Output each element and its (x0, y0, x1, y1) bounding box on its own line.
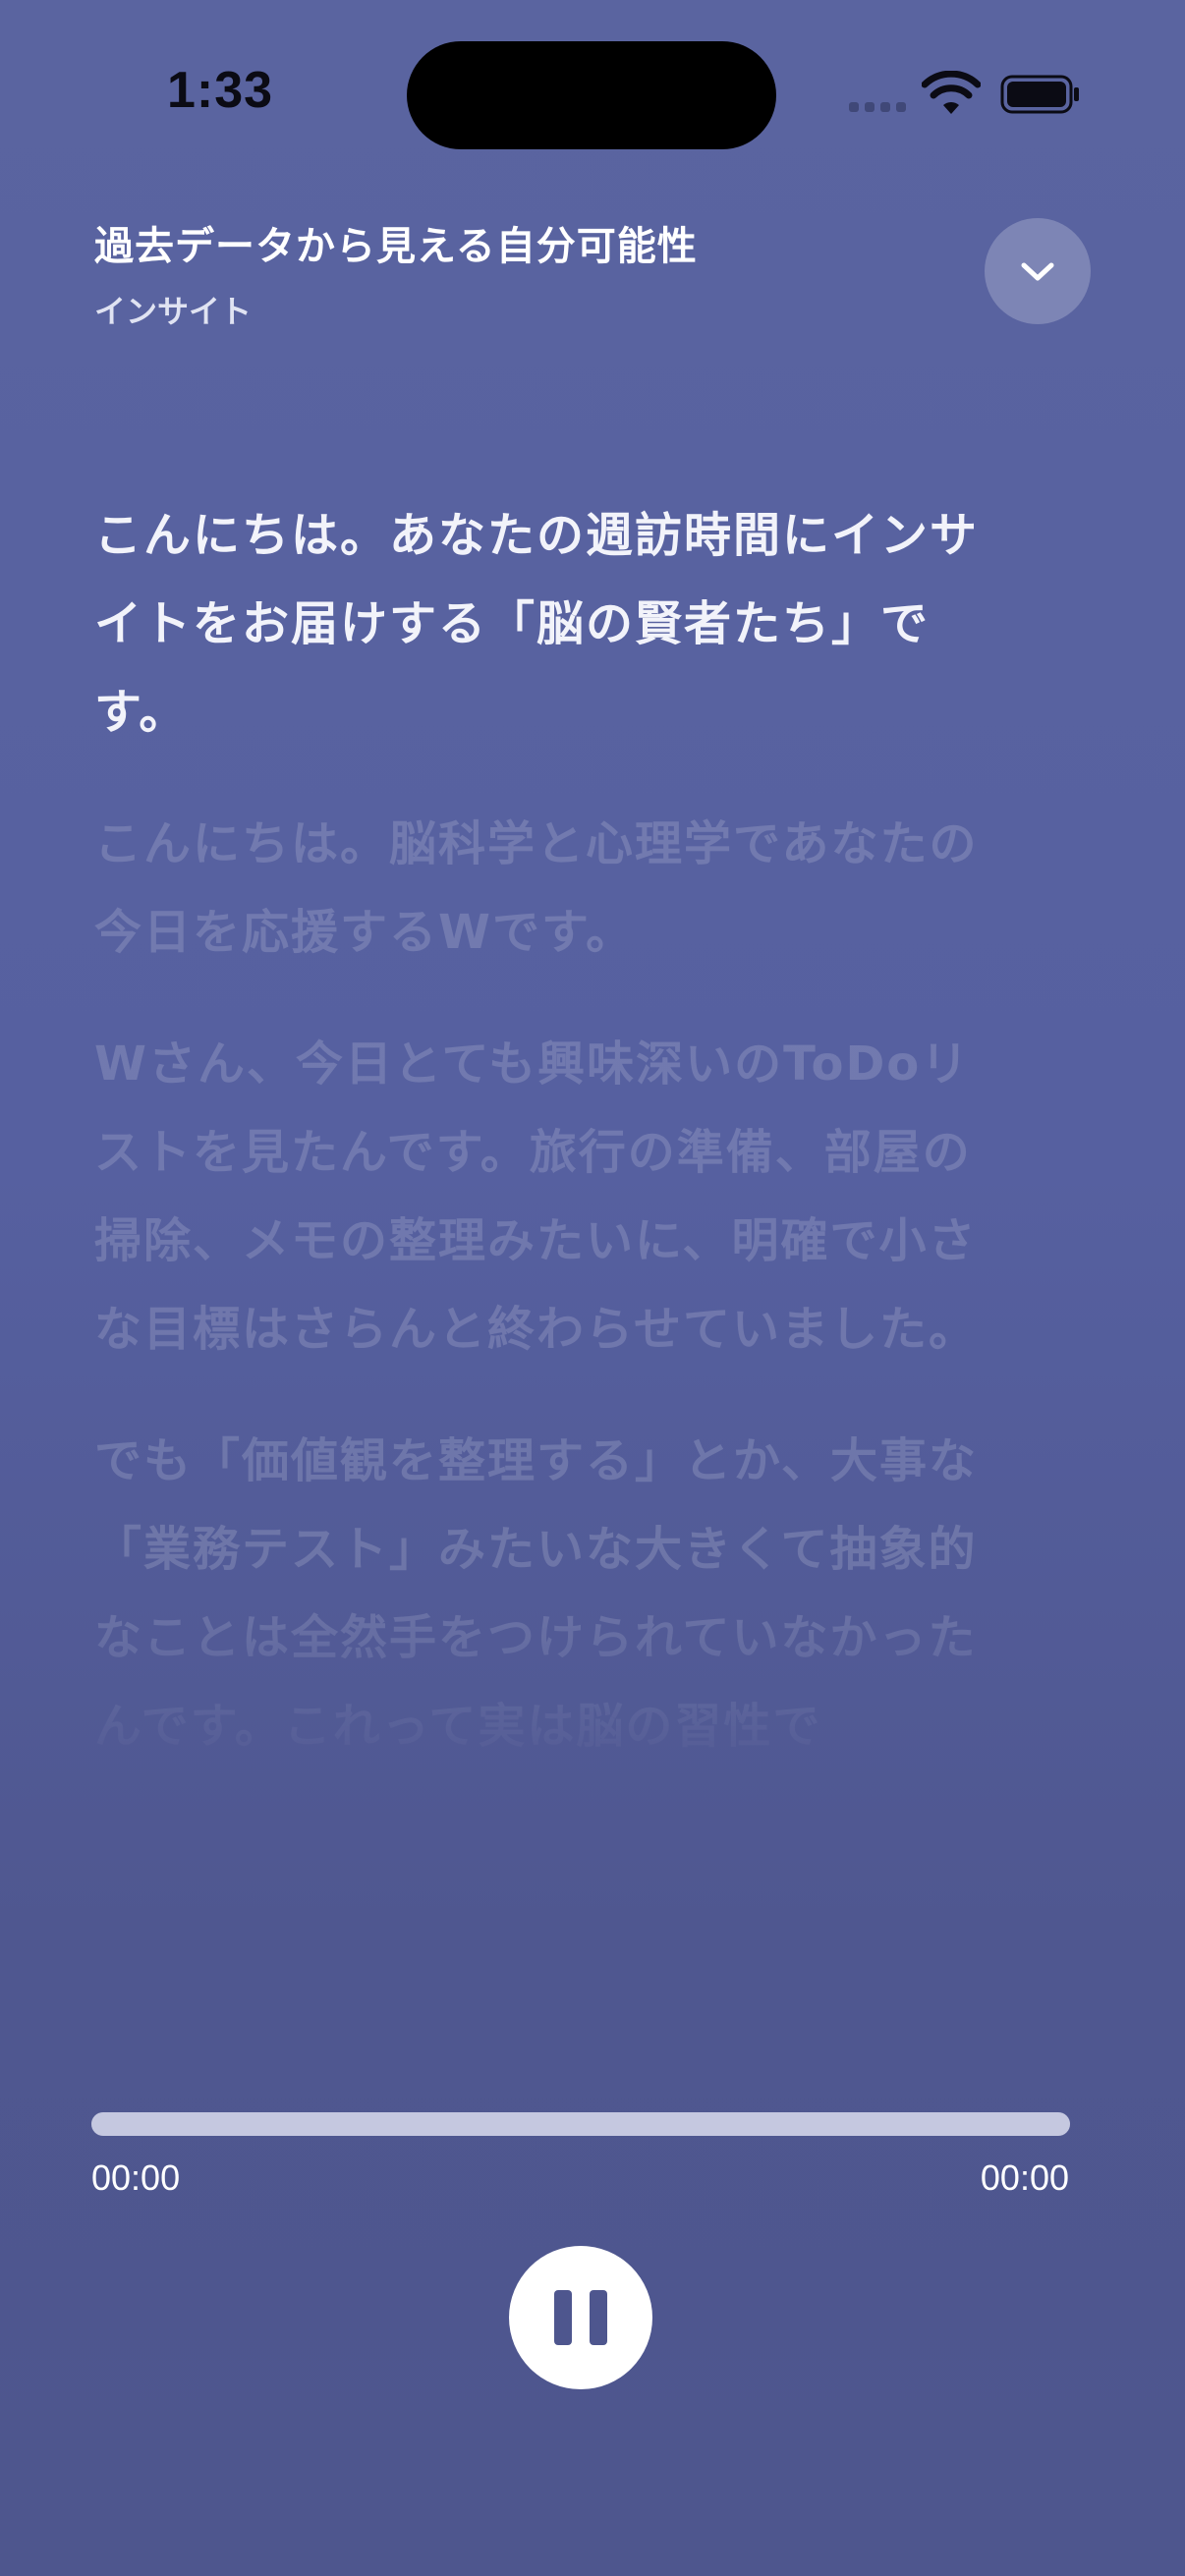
cellular-signal-icon (849, 102, 906, 112)
episode-title: 過去データから見える自分可能性 (94, 224, 698, 269)
status-bar: 1:33 (0, 0, 1185, 196)
transcript-paragraph: Wさん、今日とても興味深いのToDoリストを見たんです。旅行の準備、部屋の掃除、… (94, 1036, 979, 1357)
transcript-paragraph: こんにちは。脳科学と心理学であなたの今日を応援するWです。 (94, 816, 979, 960)
collapse-button[interactable] (985, 218, 1091, 324)
time-total: 00:00 (980, 2157, 1069, 2198)
transcript[interactable]: こんにちは。あなたの週訪時間にインサイトをお届けする「脳の賢者たち」です。 こん… (94, 491, 998, 1827)
episode-category: インサイト (94, 293, 253, 330)
playback-progress-slider[interactable] (91, 2112, 1070, 2136)
time-elapsed: 00:00 (91, 2157, 181, 2198)
transcript-paragraph-current: こんにちは。あなたの週訪時間にインサイトをお届けする「脳の賢者たち」です。 (94, 508, 980, 740)
chevron-down-icon (1021, 262, 1054, 281)
playback-progress-fill (91, 2112, 1070, 2136)
battery-icon (1000, 75, 1079, 114)
pause-button[interactable] (509, 2246, 652, 2389)
status-time: 1:33 (167, 62, 274, 119)
transcript-paragraph: でも「価値観を整理する」とか、大事な「業務テスト」みたいな大きくて抽象的なことは… (94, 1433, 979, 1754)
pause-icon (545, 2290, 616, 2345)
wifi-icon (922, 71, 981, 114)
dynamic-island (407, 41, 776, 149)
